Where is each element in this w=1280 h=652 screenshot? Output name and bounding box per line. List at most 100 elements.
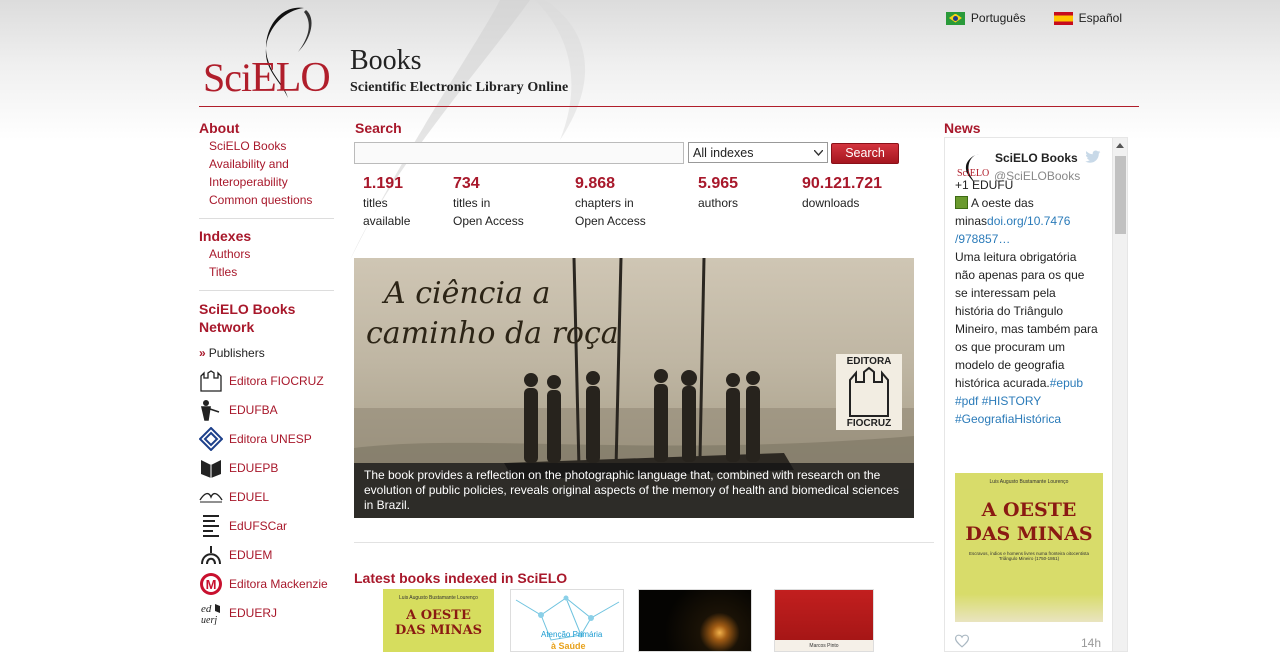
logo-sci: Sci [203, 55, 252, 100]
stat-chapters-open-access[interactable]: 9.868 chapters in Open Access [575, 175, 646, 230]
twitter-bird-icon[interactable] [1085, 150, 1101, 164]
latest-book-1[interactable]: Luis Augusto Bustamante Lourenço A OESTE… [383, 589, 494, 652]
tweet-line: minasdoi.org/10.7476 [955, 212, 1107, 230]
scrollbar-thumb[interactable] [1115, 156, 1126, 234]
scroll-up-arrow-icon[interactable] [1116, 143, 1124, 148]
search-input[interactable] [354, 142, 684, 164]
latest-book-3[interactable] [638, 589, 752, 652]
stat-authors[interactable]: 5.965 authors [698, 175, 738, 212]
publisher-mackenzie[interactable]: M Editora Mackenzie [199, 572, 334, 596]
tweet-timestamp[interactable]: 14h [1081, 636, 1101, 650]
mackenzie-icon: M [199, 572, 223, 596]
eduerj-icon: ed uerj [199, 601, 223, 625]
tweet-link[interactable]: doi.org/10.7476 [987, 214, 1070, 228]
heart-icon[interactable] [955, 634, 969, 648]
publishers-label: Publishers [208, 346, 265, 360]
tweet-line: Uma leitura obrigatória [955, 250, 1077, 264]
index-select[interactable]: All indexes [688, 142, 828, 163]
tweet-line: A oeste das [955, 194, 1107, 212]
sidebar-item-scielo-books[interactable]: SciELO Books [199, 137, 334, 155]
book-author: Luis Augusto Bustamante Lourenço [399, 595, 478, 601]
header-divider [199, 106, 1139, 107]
tweet-line: história do Triângulo [955, 304, 1064, 318]
lang-spanish-label: Español [1078, 11, 1122, 25]
publisher-label: EDUFBA [229, 403, 278, 417]
tweet-image-title-line1: A OESTE [981, 499, 1077, 521]
publisher-fiocruz[interactable]: Editora FIOCRUZ [199, 369, 334, 393]
publisher-eduem[interactable]: EDUEM [199, 543, 334, 567]
publisher-label: EdUFSCar [229, 519, 288, 533]
unesp-icon [199, 427, 223, 451]
latest-book-4[interactable]: Marcos Pinto [774, 589, 874, 652]
tweet-text: +1 EDUFU A oeste das minasdoi.org/10.747… [955, 176, 1107, 428]
latest-book-2[interactable]: Atenção Primária à Saúde [510, 589, 624, 652]
publisher-eduel[interactable]: EDUEL [199, 485, 334, 509]
stat-label-line1: titles [363, 196, 388, 210]
stat-value: 9.868 [575, 175, 616, 192]
publisher-eduerj[interactable]: ed uerj EDUERJ [199, 601, 334, 625]
tweet-hashtag[interactable]: #epub [1050, 376, 1083, 390]
publisher-edufba[interactable]: EDUFBA [199, 398, 334, 422]
tweet-line: +1 EDUFU [955, 178, 1014, 192]
publisher-label: Editora Mackenzie [229, 577, 328, 591]
book-title-line2: à Saúde [551, 641, 586, 651]
badge-bottom-text: FIOCRUZ [847, 418, 891, 429]
tweet-author-name[interactable]: SciELO Books [995, 151, 1078, 165]
tweet-line: histórica acurada.#epub [955, 374, 1107, 392]
publisher-label: EDUERJ [229, 606, 278, 620]
stat-value: 734 [453, 175, 480, 192]
brand-block: Books Scientific Electronic Library Onli… [350, 46, 568, 96]
publisher-eduepb[interactable]: EDUEPB [199, 456, 334, 480]
eduem-icon [199, 543, 223, 567]
tweet-line: se interessam pela [955, 286, 1056, 300]
publishers-heading[interactable]: » Publishers [199, 345, 334, 361]
stat-downloads[interactable]: 90.121.721 downloads [802, 175, 882, 212]
feature-title-line2: caminho da roça [366, 316, 619, 351]
stat-titles-available[interactable]: 1.191 titles available [363, 175, 410, 230]
chevron-right-icon: » [199, 346, 206, 360]
publisher-unesp[interactable]: Editora UNESP [199, 427, 334, 451]
book-title-line1: A OESTE [406, 608, 471, 623]
sidebar-item-common-questions[interactable]: Common questions [199, 191, 334, 209]
publisher-label: EDUEL [229, 490, 270, 504]
search-button[interactable]: Search [831, 143, 899, 164]
lang-spanish[interactable]: Español [1053, 11, 1122, 25]
sidebar-item-interoperability[interactable]: Interoperability [199, 173, 334, 191]
tweet-link[interactable]: /978857… [955, 230, 1107, 248]
page-title: Books [350, 45, 422, 76]
tweet-text-span: minas [955, 214, 988, 228]
stat-label-line2: Open Access [575, 214, 646, 228]
tweet-text-span: A oeste das [971, 196, 1034, 210]
stat-label-line1: chapters in [575, 196, 634, 210]
latest-books-heading: Latest books indexed in SciELO [354, 570, 568, 586]
scrollbar[interactable] [1112, 138, 1127, 651]
sidebar-item-authors[interactable]: Authors [199, 245, 334, 263]
publisher-list: Editora FIOCRUZ EDUFBA Editora UNESP EDU… [199, 369, 334, 625]
publisher-label: EDUEM [229, 548, 273, 562]
eduepb-icon [199, 456, 223, 480]
stat-label-line1: titles in [453, 196, 491, 210]
tweet-image[interactable]: Luis Augusto Bustamante Lourenço A OESTE… [955, 473, 1103, 622]
tweet-line: modelo de geografia [955, 358, 1065, 372]
sidebar-indexes-title: Indexes [199, 228, 252, 244]
stat-value: 5.965 [698, 175, 739, 192]
featured-book-banner[interactable]: A ciência a caminho da roça EDITORA FIOC… [354, 258, 914, 518]
tweet-hashtag[interactable]: #GeografiaHistórica [955, 410, 1107, 428]
fiocruz-badge: EDITORA FIOCRUZ [836, 354, 902, 430]
scielo-logo[interactable]: SciELO [200, 4, 340, 104]
publisher-edufscar[interactable]: EdUFSCar [199, 514, 334, 538]
tweet-text-span: histórica acurada. [955, 376, 1050, 390]
eduel-icon [199, 485, 223, 509]
sidebar-item-titles[interactable]: Titles [199, 263, 334, 281]
tweet-hashtag[interactable]: #pdf #HISTORY [955, 392, 1107, 410]
sidebar-about-title: About [199, 120, 240, 136]
book-title-line1: Atenção Primária [541, 630, 603, 639]
page-subtitle: Scientific Electronic Library Online [350, 80, 569, 95]
stat-titles-open-access[interactable]: 734 titles in Open Access [453, 175, 524, 230]
lang-portuguese-label: Português [970, 11, 1026, 25]
lang-portuguese[interactable]: Português [945, 11, 1026, 25]
publisher-label: Editora UNESP [229, 432, 312, 446]
logo-elo: ELO [251, 55, 331, 101]
sidebar-item-availability[interactable]: Availability and [199, 155, 334, 173]
twitter-timeline[interactable]: SciELO SciELO Books @SciELOBooks +1 EDUF… [944, 137, 1128, 652]
